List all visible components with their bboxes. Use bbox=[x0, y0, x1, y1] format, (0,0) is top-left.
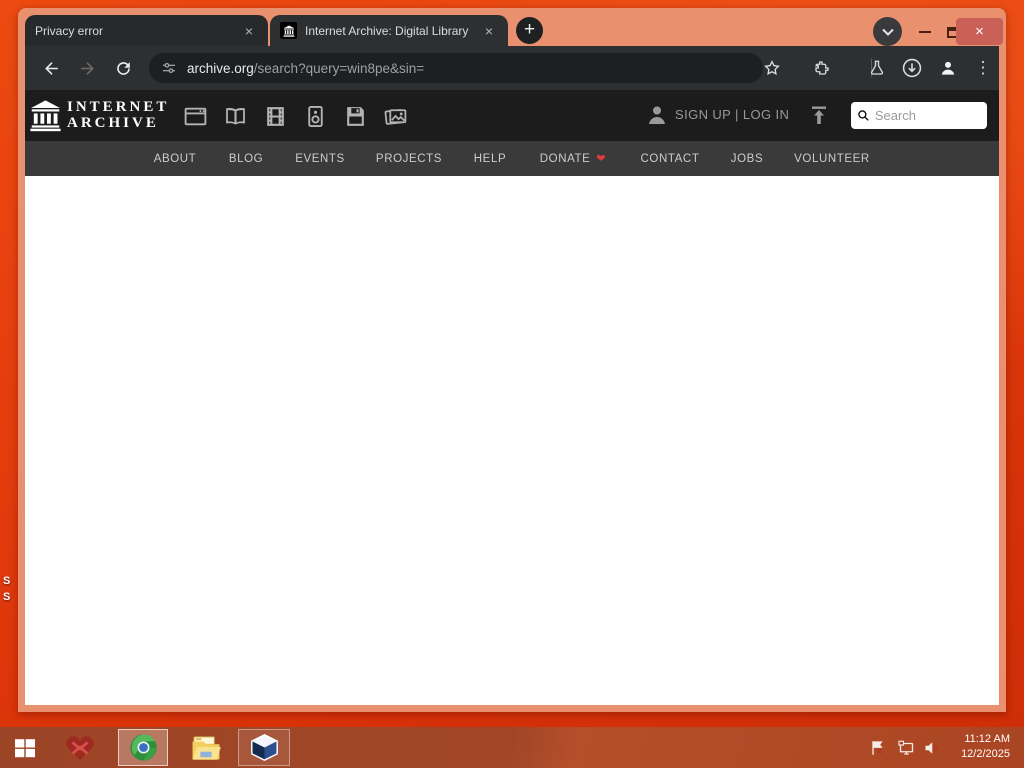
volume-muted-icon[interactable] bbox=[922, 739, 941, 762]
download-icon bbox=[902, 58, 922, 78]
person-icon bbox=[645, 103, 669, 132]
tab-title: Privacy error bbox=[35, 23, 104, 38]
nav-contact[interactable]: CONTACT bbox=[641, 141, 700, 176]
archive-page: INTERNET ARCHIVE SIGN UP | LOG IN Search… bbox=[25, 90, 999, 705]
media-software-icon[interactable] bbox=[342, 103, 368, 129]
desktop: S S Privacy error × Internet Archive: Di… bbox=[0, 0, 1024, 768]
kebab-menu-icon: ⋮ bbox=[974, 58, 992, 77]
bookmark-star-button[interactable] bbox=[758, 54, 786, 82]
tab-search-button[interactable] bbox=[873, 17, 902, 46]
back-icon bbox=[44, 61, 58, 75]
nav-blog[interactable]: BLOG bbox=[229, 141, 263, 176]
taskbar: 11:12 AM 12/2/2025 bbox=[0, 727, 1024, 768]
address-bar[interactable]: archive.org/search?query=win8pe&sin= bbox=[149, 53, 763, 83]
nav-events[interactable]: EVENTS bbox=[295, 141, 345, 176]
url-path: /search?query=win8pe&sin= bbox=[253, 60, 425, 76]
taskbar-heart-app-button[interactable] bbox=[58, 729, 102, 766]
desktop-icon-label-fragment[interactable]: S bbox=[3, 591, 10, 603]
nav-projects[interactable]: PROJECTS bbox=[376, 141, 442, 176]
archive-nav: ABOUT BLOG EVENTS PROJECTS HELP DONATE ❤… bbox=[25, 141, 999, 176]
back-button[interactable] bbox=[37, 54, 65, 82]
tab-close-icon[interactable]: × bbox=[240, 22, 258, 40]
nav-jobs[interactable]: JOBS bbox=[731, 141, 763, 176]
archive-search-input[interactable] bbox=[874, 108, 981, 123]
nav-help[interactable]: HELP bbox=[474, 141, 506, 176]
profile-button[interactable] bbox=[934, 54, 962, 82]
taskbar-virtualbox-button[interactable] bbox=[238, 729, 290, 766]
network-status-icon[interactable] bbox=[896, 739, 917, 762]
archive-logo[interactable] bbox=[29, 99, 62, 137]
media-images-icon[interactable] bbox=[382, 103, 408, 129]
taskbar-clock[interactable]: 11:12 AM 12/2/2025 bbox=[961, 732, 1010, 762]
flask-icon bbox=[870, 60, 884, 75]
labs-button[interactable] bbox=[863, 54, 891, 82]
clock-time: 11:12 AM bbox=[964, 733, 1010, 745]
minimize-button[interactable] bbox=[914, 21, 936, 43]
start-button[interactable] bbox=[6, 729, 44, 766]
archive-header: INTERNET ARCHIVE SIGN UP | LOG IN Search bbox=[25, 90, 999, 141]
puzzle-icon bbox=[815, 61, 829, 75]
page-content-blank bbox=[25, 176, 999, 705]
tab-internet-archive[interactable]: Internet Archive: Digital Library × bbox=[270, 15, 508, 46]
file-explorer-icon bbox=[192, 735, 221, 760]
donate-heart-icon: ❤ bbox=[596, 153, 607, 165]
browser-window: Privacy error × Internet Archive: Digita… bbox=[18, 8, 1006, 712]
extensions-button[interactable] bbox=[808, 54, 836, 82]
avatar-icon bbox=[941, 61, 955, 75]
nav-donate[interactable]: DONATE ❤ bbox=[540, 141, 607, 176]
close-button[interactable]: × bbox=[956, 18, 1003, 45]
star-icon bbox=[764, 60, 780, 76]
chevron-down-icon bbox=[881, 28, 894, 36]
taskbar-file-explorer-button[interactable] bbox=[184, 729, 228, 766]
minimize-icon bbox=[919, 31, 931, 33]
tab-close-icon[interactable]: × bbox=[480, 22, 498, 40]
media-audio-icon[interactable] bbox=[302, 103, 328, 129]
media-texts-icon[interactable] bbox=[222, 103, 248, 129]
site-settings-icon bbox=[163, 62, 175, 74]
taskbar-chrome-button[interactable] bbox=[118, 729, 168, 766]
reload-button[interactable] bbox=[109, 54, 137, 82]
tab-title: Internet Archive: Digital Library bbox=[305, 23, 469, 38]
url-text: archive.org/search?query=win8pe&sin= bbox=[187, 61, 424, 76]
archive-building-icon bbox=[30, 100, 61, 132]
upload-icon[interactable] bbox=[807, 103, 831, 132]
action-center-flag-icon[interactable] bbox=[868, 739, 887, 762]
media-web-icon[interactable] bbox=[182, 103, 208, 129]
tab-strip: Privacy error × Internet Archive: Digita… bbox=[18, 8, 1006, 46]
nav-about[interactable]: ABOUT bbox=[154, 141, 197, 176]
media-video-icon[interactable] bbox=[262, 103, 288, 129]
reload-icon bbox=[116, 61, 130, 75]
forward-icon bbox=[80, 61, 94, 75]
new-tab-button[interactable]: + bbox=[516, 17, 543, 44]
tab-privacy-error[interactable]: Privacy error × bbox=[25, 15, 268, 46]
desktop-icon-label-fragment[interactable]: S bbox=[3, 575, 10, 587]
url-domain: archive.org bbox=[187, 60, 254, 76]
archive-wordmark[interactable]: INTERNET ARCHIVE bbox=[67, 99, 169, 131]
search-icon bbox=[858, 110, 869, 121]
heart-app-icon bbox=[66, 735, 94, 760]
virtualbox-icon bbox=[250, 734, 278, 761]
nav-volunteer[interactable]: VOLUNTEER bbox=[794, 141, 870, 176]
archive-search-box[interactable] bbox=[851, 102, 987, 129]
chrome-browser-icon bbox=[129, 734, 157, 761]
browser-toolbar: archive.org/search?query=win8pe&sin= ⋮ bbox=[25, 46, 999, 90]
forward-button[interactable] bbox=[73, 54, 101, 82]
archive-favicon-icon bbox=[280, 22, 297, 39]
browser-menu-button[interactable]: ⋮ bbox=[969, 54, 997, 82]
clock-date: 12/2/2025 bbox=[961, 748, 1010, 760]
windows-logo-icon bbox=[15, 738, 35, 757]
signup-login-link[interactable]: SIGN UP | LOG IN bbox=[675, 107, 789, 122]
downloads-button[interactable] bbox=[898, 54, 926, 82]
